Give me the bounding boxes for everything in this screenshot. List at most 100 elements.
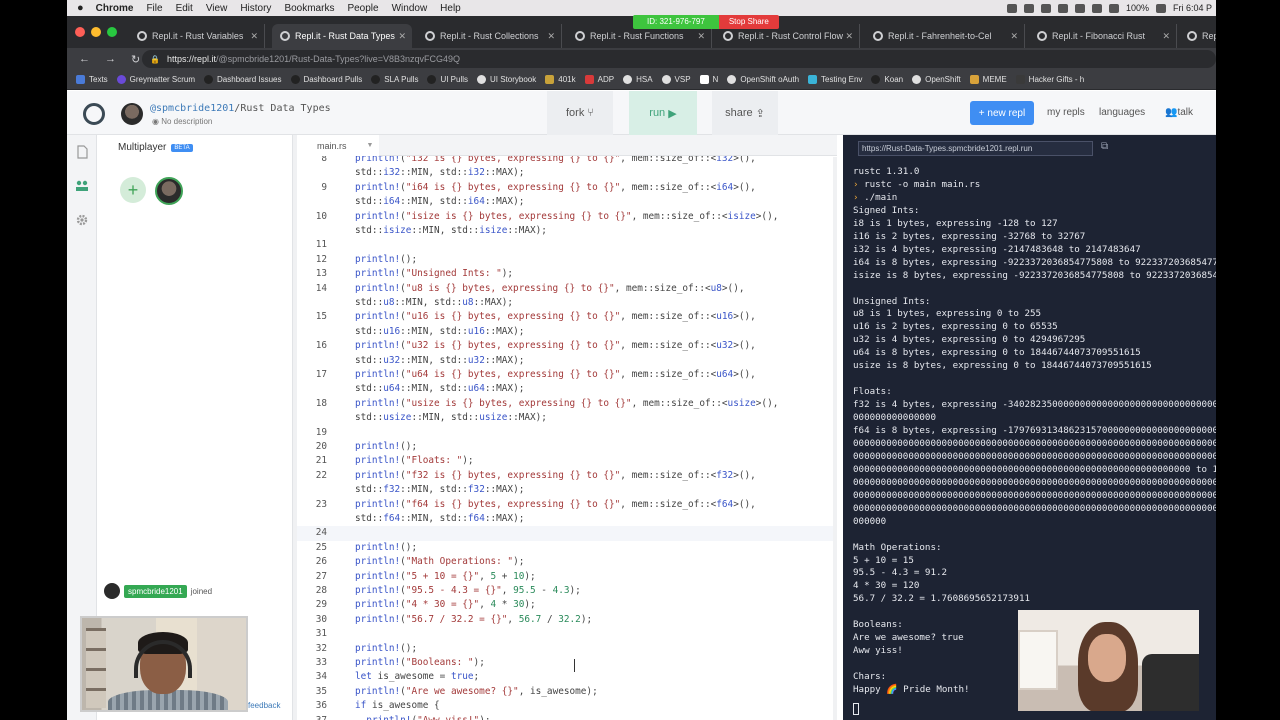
tab-rust-collections[interactable]: Repl.it - Rust Collections ✕ <box>417 24 562 48</box>
forward-icon[interactable]: → <box>105 53 119 65</box>
code-line[interactable]: 9 println!("i64 is {} bytes, expressing {… <box>297 181 837 195</box>
code-line[interactable]: std::f64::MIN, std::f64::MAX); <box>297 512 837 526</box>
bookmark-item[interactable]: Dashboard Pulls <box>290 75 362 84</box>
code-line[interactable]: 32 println!(); <box>297 642 837 656</box>
tab-rust-variables[interactable]: Repl.it - Rust Variables ✕ <box>129 24 265 48</box>
menu-bookmarks[interactable]: Bookmarks <box>284 3 334 14</box>
code-line[interactable]: 13 println!("Unsigned Ints: "); <box>297 267 837 281</box>
code-line[interactable]: std::u32::MIN, std::u32::MAX); <box>297 354 837 368</box>
clock[interactable]: Fri 6:04 P <box>1173 3 1212 13</box>
menu-people[interactable]: People <box>347 3 378 14</box>
stop-share-button[interactable]: Stop Share <box>718 15 779 29</box>
code-line[interactable]: 23 println!("f64 is {} bytes, expressing … <box>297 498 837 512</box>
code-line[interactable]: 28 println!("95.5 - 4.3 = {}", 95.5 - 4.3… <box>297 584 837 598</box>
code-line[interactable]: 14 println!("u8 is {} bytes, expressing {… <box>297 282 837 296</box>
settings-gear-icon[interactable] <box>75 213 89 227</box>
code-line[interactable]: std::i32::MIN, std::i32::MAX); <box>297 166 837 180</box>
code-line[interactable]: std::usize::MIN, std::usize::MAX); <box>297 411 837 425</box>
battery-icon[interactable] <box>1155 3 1166 13</box>
code-line[interactable]: std::u8::MIN, std::u8::MAX); <box>297 296 837 310</box>
battery-percent[interactable]: 100% <box>1126 3 1149 13</box>
repl-run-url[interactable]: https://Rust-Data-Types.spmcbride1201.re… <box>858 141 1093 156</box>
close-tab-icon[interactable]: ✕ <box>697 31 705 42</box>
fork-button[interactable]: fork ⑂ <box>547 91 613 135</box>
my-repls-link[interactable]: my repls <box>1047 107 1085 118</box>
chevron-down-icon[interactable]: ▼ <box>367 142 374 149</box>
code-line[interactable]: 26 println!("Math Operations: "); <box>297 555 837 569</box>
code-line[interactable]: 22 println!("f32 is {} bytes, expressing … <box>297 469 837 483</box>
code-line[interactable]: 27 println!("5 + 10 = {}", 5 + 10); <box>297 570 837 584</box>
avatar[interactable] <box>121 103 143 125</box>
run-button[interactable]: run ▶ <box>629 91 697 135</box>
bookmark-item[interactable]: MEME <box>969 75 1007 84</box>
code-line[interactable]: 20 println!(); <box>297 440 837 454</box>
code-line[interactable]: 31 <box>297 627 837 641</box>
code-line[interactable]: 25 println!(); <box>297 541 837 555</box>
code-line[interactable]: 12 println!(); <box>297 253 837 267</box>
bookmark-item[interactable]: UI Storybook <box>477 75 536 84</box>
code-line[interactable]: 15 println!("u16 is {} bytes, expressing … <box>297 310 837 324</box>
status-icon[interactable] <box>1040 3 1051 13</box>
code-editor[interactable]: main.rs ▼ 8 println!("i32 is {} bytes, ex… <box>297 135 837 720</box>
close-tab-icon[interactable]: ✕ <box>845 31 853 42</box>
bookmark-item[interactable]: Dashboard Issues <box>204 75 282 84</box>
repl-description[interactable]: ◉ No description <box>152 117 212 126</box>
feedback-link[interactable]: feedback <box>248 701 280 710</box>
back-icon[interactable]: ← <box>79 53 93 65</box>
status-icon[interactable] <box>1074 3 1085 13</box>
tab-rust-data-types[interactable]: Repl.it - Rust Data Types ✕ <box>272 24 412 48</box>
menu-history[interactable]: History <box>240 3 271 14</box>
editor-scrollbar[interactable] <box>833 157 837 720</box>
new-repl-button[interactable]: + new repl <box>970 101 1034 125</box>
apple-icon[interactable]: ● <box>77 2 84 14</box>
repl-name[interactable]: /Rust Data Types <box>234 103 330 114</box>
replit-logo-icon[interactable] <box>83 103 105 125</box>
bookmark-item[interactable]: ADP <box>584 75 614 84</box>
bookmark-item[interactable]: Texts <box>76 75 108 84</box>
code-line[interactable]: std::f32::MIN, std::f32::MAX); <box>297 483 837 497</box>
code-line[interactable]: std::u16::MIN, std::u16::MAX); <box>297 325 837 339</box>
tab-replit[interactable]: Repl.it <box>1179 24 1216 48</box>
status-icon[interactable] <box>1057 3 1068 13</box>
multiplayer-icon[interactable] <box>75 179 89 193</box>
menu-view[interactable]: View <box>206 3 228 14</box>
code-line[interactable]: std::u64::MIN, std::u64::MAX); <box>297 382 837 396</box>
code-line[interactable]: 17 println!("u64 is {} bytes, expressing … <box>297 368 837 382</box>
bookmark-item[interactable]: Testing Env <box>808 75 862 84</box>
address-bar[interactable]: 🔒 https://repl.it/@spmcbride1201/Rust-Da… <box>142 50 1216 68</box>
bookmark-item[interactable]: OpenShift oAuth <box>727 75 799 84</box>
menu-help[interactable]: Help <box>440 3 461 14</box>
code-line[interactable]: 34 let is_awesome = true; <box>297 670 837 684</box>
code-line[interactable]: std::i64::MIN, std::i64::MAX); <box>297 195 837 209</box>
bookmark-item[interactable]: OpenShift <box>912 75 961 84</box>
repl-owner-link[interactable]: @spmcbride1201 <box>150 103 234 114</box>
talk-link[interactable]: 👥talk <box>1165 107 1193 118</box>
code-area[interactable]: 8 println!("i32 is {} bytes, expressing {… <box>297 156 837 720</box>
close-tab-icon[interactable]: ✕ <box>547 31 555 42</box>
code-line[interactable]: 16 println!("u32 is {} bytes, expressing … <box>297 339 837 353</box>
code-line[interactable]: 35 println!("Are we awesome? {}", is_awes… <box>297 685 837 699</box>
code-line[interactable]: 8 println!("i32 is {} bytes, expressing {… <box>297 156 837 166</box>
bookmark-item[interactable]: VSP <box>661 75 691 84</box>
code-line[interactable]: 24 <box>297 526 837 541</box>
bookmark-item[interactable]: Hacker Gifts - h <box>1015 75 1084 84</box>
close-tab-icon[interactable]: ✕ <box>1010 31 1018 42</box>
tab-fibonacci-rust[interactable]: Repl.it - Fibonacci Rust ✕ <box>1029 24 1177 48</box>
invite-button[interactable]: + <box>120 177 146 203</box>
code-line[interactable]: 36 if is_awesome { <box>297 699 837 713</box>
minimize-window-button[interactable] <box>91 27 101 37</box>
avatar[interactable] <box>155 177 183 205</box>
languages-link[interactable]: languages <box>1099 107 1145 118</box>
close-window-button[interactable] <box>75 27 85 37</box>
status-icon[interactable] <box>1023 3 1034 13</box>
close-tab-icon[interactable]: ✕ <box>1162 31 1170 42</box>
menu-app-name[interactable]: Chrome <box>96 3 134 14</box>
code-line[interactable]: 10 println!("isize is {} bytes, expressin… <box>297 210 837 224</box>
open-external-icon[interactable]: ⧉ <box>1101 141 1108 152</box>
code-line[interactable]: 18 println!("usize is {} bytes, expressin… <box>297 397 837 411</box>
bookmark-item[interactable]: 401k <box>545 75 576 84</box>
menu-file[interactable]: File <box>146 3 162 14</box>
close-tab-icon[interactable]: ✕ <box>398 31 406 42</box>
code-line[interactable]: 33 println!("Booleans: "); <box>297 656 837 670</box>
tab-fahrenheit-to-celsius[interactable]: Repl.it - Fahrenheit-to-Cel ✕ <box>865 24 1025 48</box>
